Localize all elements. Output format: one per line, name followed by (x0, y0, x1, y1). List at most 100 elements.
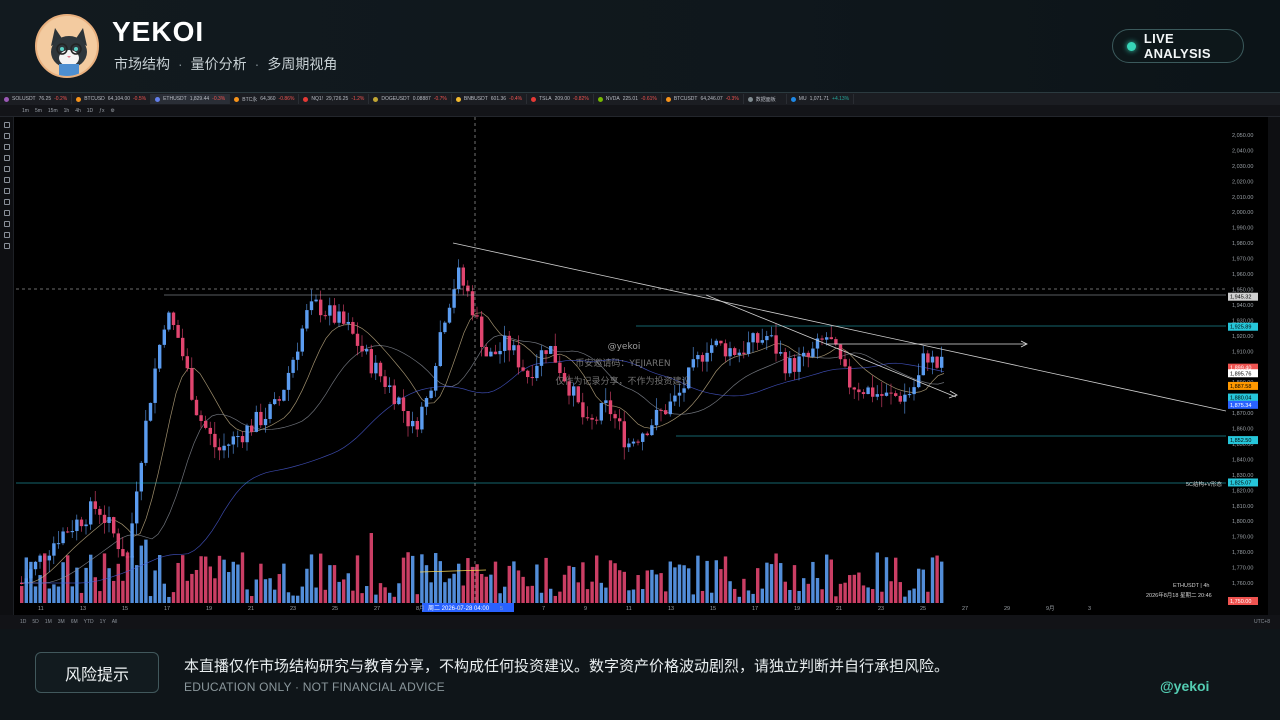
symbol-logo-icon (234, 96, 240, 102)
candle (107, 517, 111, 523)
candle (599, 403, 603, 421)
time-axis-label: 13 (80, 606, 86, 612)
timezone-label[interactable]: UTC+8 (1254, 619, 1270, 625)
interval-button[interactable]: 15m (48, 108, 58, 114)
risk-warning-button[interactable]: 风险提示 (35, 652, 159, 693)
interval-button[interactable]: 4h (75, 108, 81, 114)
candle (116, 533, 120, 550)
price-scale-label: 2,050.00 (1232, 133, 1253, 139)
range-button[interactable]: 1Y (100, 619, 106, 625)
symbol-tab[interactable]: ETHUSDT 1,829.44 -0.3% (151, 94, 231, 104)
range-button[interactable]: 6M (71, 619, 78, 625)
symbol-tab[interactable]: SOLUSDT 76.25 -0.2% (0, 94, 73, 104)
price-scale-label: 2,030.00 (1232, 164, 1253, 170)
candle (121, 549, 125, 557)
trash-tool-icon[interactable] (4, 243, 10, 249)
tab-symbol: TSLA (539, 96, 552, 102)
volume-bar (291, 595, 295, 603)
zoom-tool-icon[interactable] (4, 199, 10, 205)
volume-bar (112, 580, 116, 603)
volume-bar (434, 553, 438, 603)
candle (788, 358, 792, 374)
brush-tool-icon[interactable] (4, 155, 10, 161)
tab-change: -0.82% (572, 96, 589, 102)
range-button[interactable]: 5D (32, 619, 38, 625)
tab-symbol: ETHUSDT (163, 96, 187, 102)
volume-bar (268, 578, 272, 603)
ruler-tool-icon[interactable] (4, 188, 10, 194)
crosshair-tool-icon[interactable] (4, 122, 10, 128)
volume-bar (75, 567, 79, 603)
range-button[interactable]: YTD (84, 619, 94, 625)
candle (438, 332, 442, 367)
text-tool-icon[interactable] (4, 166, 10, 172)
pattern-tool-icon[interactable] (4, 177, 10, 183)
lock-tool-icon[interactable] (4, 221, 10, 227)
range-button[interactable]: 1D (20, 619, 26, 625)
volume-bar (250, 596, 254, 603)
indicators-button[interactable]: ƒx (99, 108, 104, 114)
symbol-tab[interactable]: BTC永 64,360 -0.86% (230, 94, 300, 104)
volume-bar (912, 588, 916, 603)
range-button[interactable]: 3M (58, 619, 65, 625)
range-button[interactable]: All (112, 619, 118, 625)
candle (434, 366, 438, 391)
volume-bar (47, 588, 51, 603)
volume-bar (917, 568, 921, 603)
candle (102, 514, 107, 523)
volume-bar (535, 564, 539, 603)
volume-bar (227, 572, 231, 603)
price-scale-label: 1,970.00 (1232, 257, 1253, 263)
subtitle-tag: 市场结构 (114, 56, 170, 72)
volume-bar (595, 555, 599, 603)
fib-tool-icon[interactable] (4, 144, 10, 150)
tab-change: -0.7% (433, 96, 447, 102)
symbol-tab[interactable]: BTCUSD 64,104.00 -0.5% (72, 94, 152, 104)
volume-bar (199, 556, 203, 603)
symbol-tab[interactable]: TSLA 209.00 -0.82% (527, 94, 594, 104)
candle (898, 395, 902, 402)
price-chart[interactable]: 周二 2026-07-28 04:00 @yekoi 币安邀请码：YEJIARE… (16, 117, 1266, 615)
volume-bar (700, 590, 705, 603)
candle (245, 425, 249, 443)
interval-button[interactable]: 1h (64, 108, 70, 114)
candle (884, 392, 889, 396)
magnet-tool-icon[interactable] (4, 210, 10, 216)
candle (217, 447, 222, 451)
candle (926, 353, 930, 363)
symbol-tab[interactable]: NVDA 225.01 -0.61% (594, 94, 662, 104)
volume-bar (742, 578, 746, 603)
candle (581, 402, 585, 418)
candle (56, 543, 61, 545)
symbol-tab[interactable]: BNBUSDT 601.36 -0.4% (452, 94, 528, 104)
candle (337, 311, 341, 323)
candle (369, 349, 373, 374)
volume-bar (429, 582, 433, 603)
interval-button[interactable]: 5m (35, 108, 42, 114)
symbol-tab[interactable]: NQ1! 29,726.25 -1.2% (299, 94, 370, 104)
price-tag-label: 1,925.89 (1230, 325, 1251, 331)
candle (480, 316, 484, 347)
candle (70, 531, 74, 533)
candle (714, 340, 718, 346)
volume-bar (185, 580, 189, 603)
symbol-tab[interactable]: MU 1,071.71 +4.13% (787, 94, 855, 104)
brand-name: YEKOI (112, 16, 205, 47)
candle (673, 395, 677, 402)
interval-button[interactable]: 1D (87, 108, 93, 114)
symbol-tab[interactable]: 数据面板 (744, 94, 787, 104)
tab-price: 64,360 (260, 96, 276, 102)
settings-icon[interactable]: ⚙ (110, 108, 114, 114)
eye-tool-icon[interactable] (4, 232, 10, 238)
trendline-tool-icon[interactable] (4, 133, 10, 139)
candle (659, 409, 663, 411)
live-label: LIVE ANALYSIS (1143, 31, 1211, 61)
volume-bar (70, 586, 74, 603)
symbol-tab[interactable]: DOGEUSDT 0.08887 -0.7% (369, 94, 452, 104)
candle (125, 556, 130, 558)
range-button[interactable]: 1M (45, 619, 52, 625)
volume-bar (576, 582, 580, 603)
symbol-tab[interactable]: BTCUSDT 64,246.07 -0.3% (662, 94, 744, 104)
price-scale-label: 1,810.00 (1232, 504, 1253, 510)
interval-button[interactable]: 1m (22, 108, 29, 114)
